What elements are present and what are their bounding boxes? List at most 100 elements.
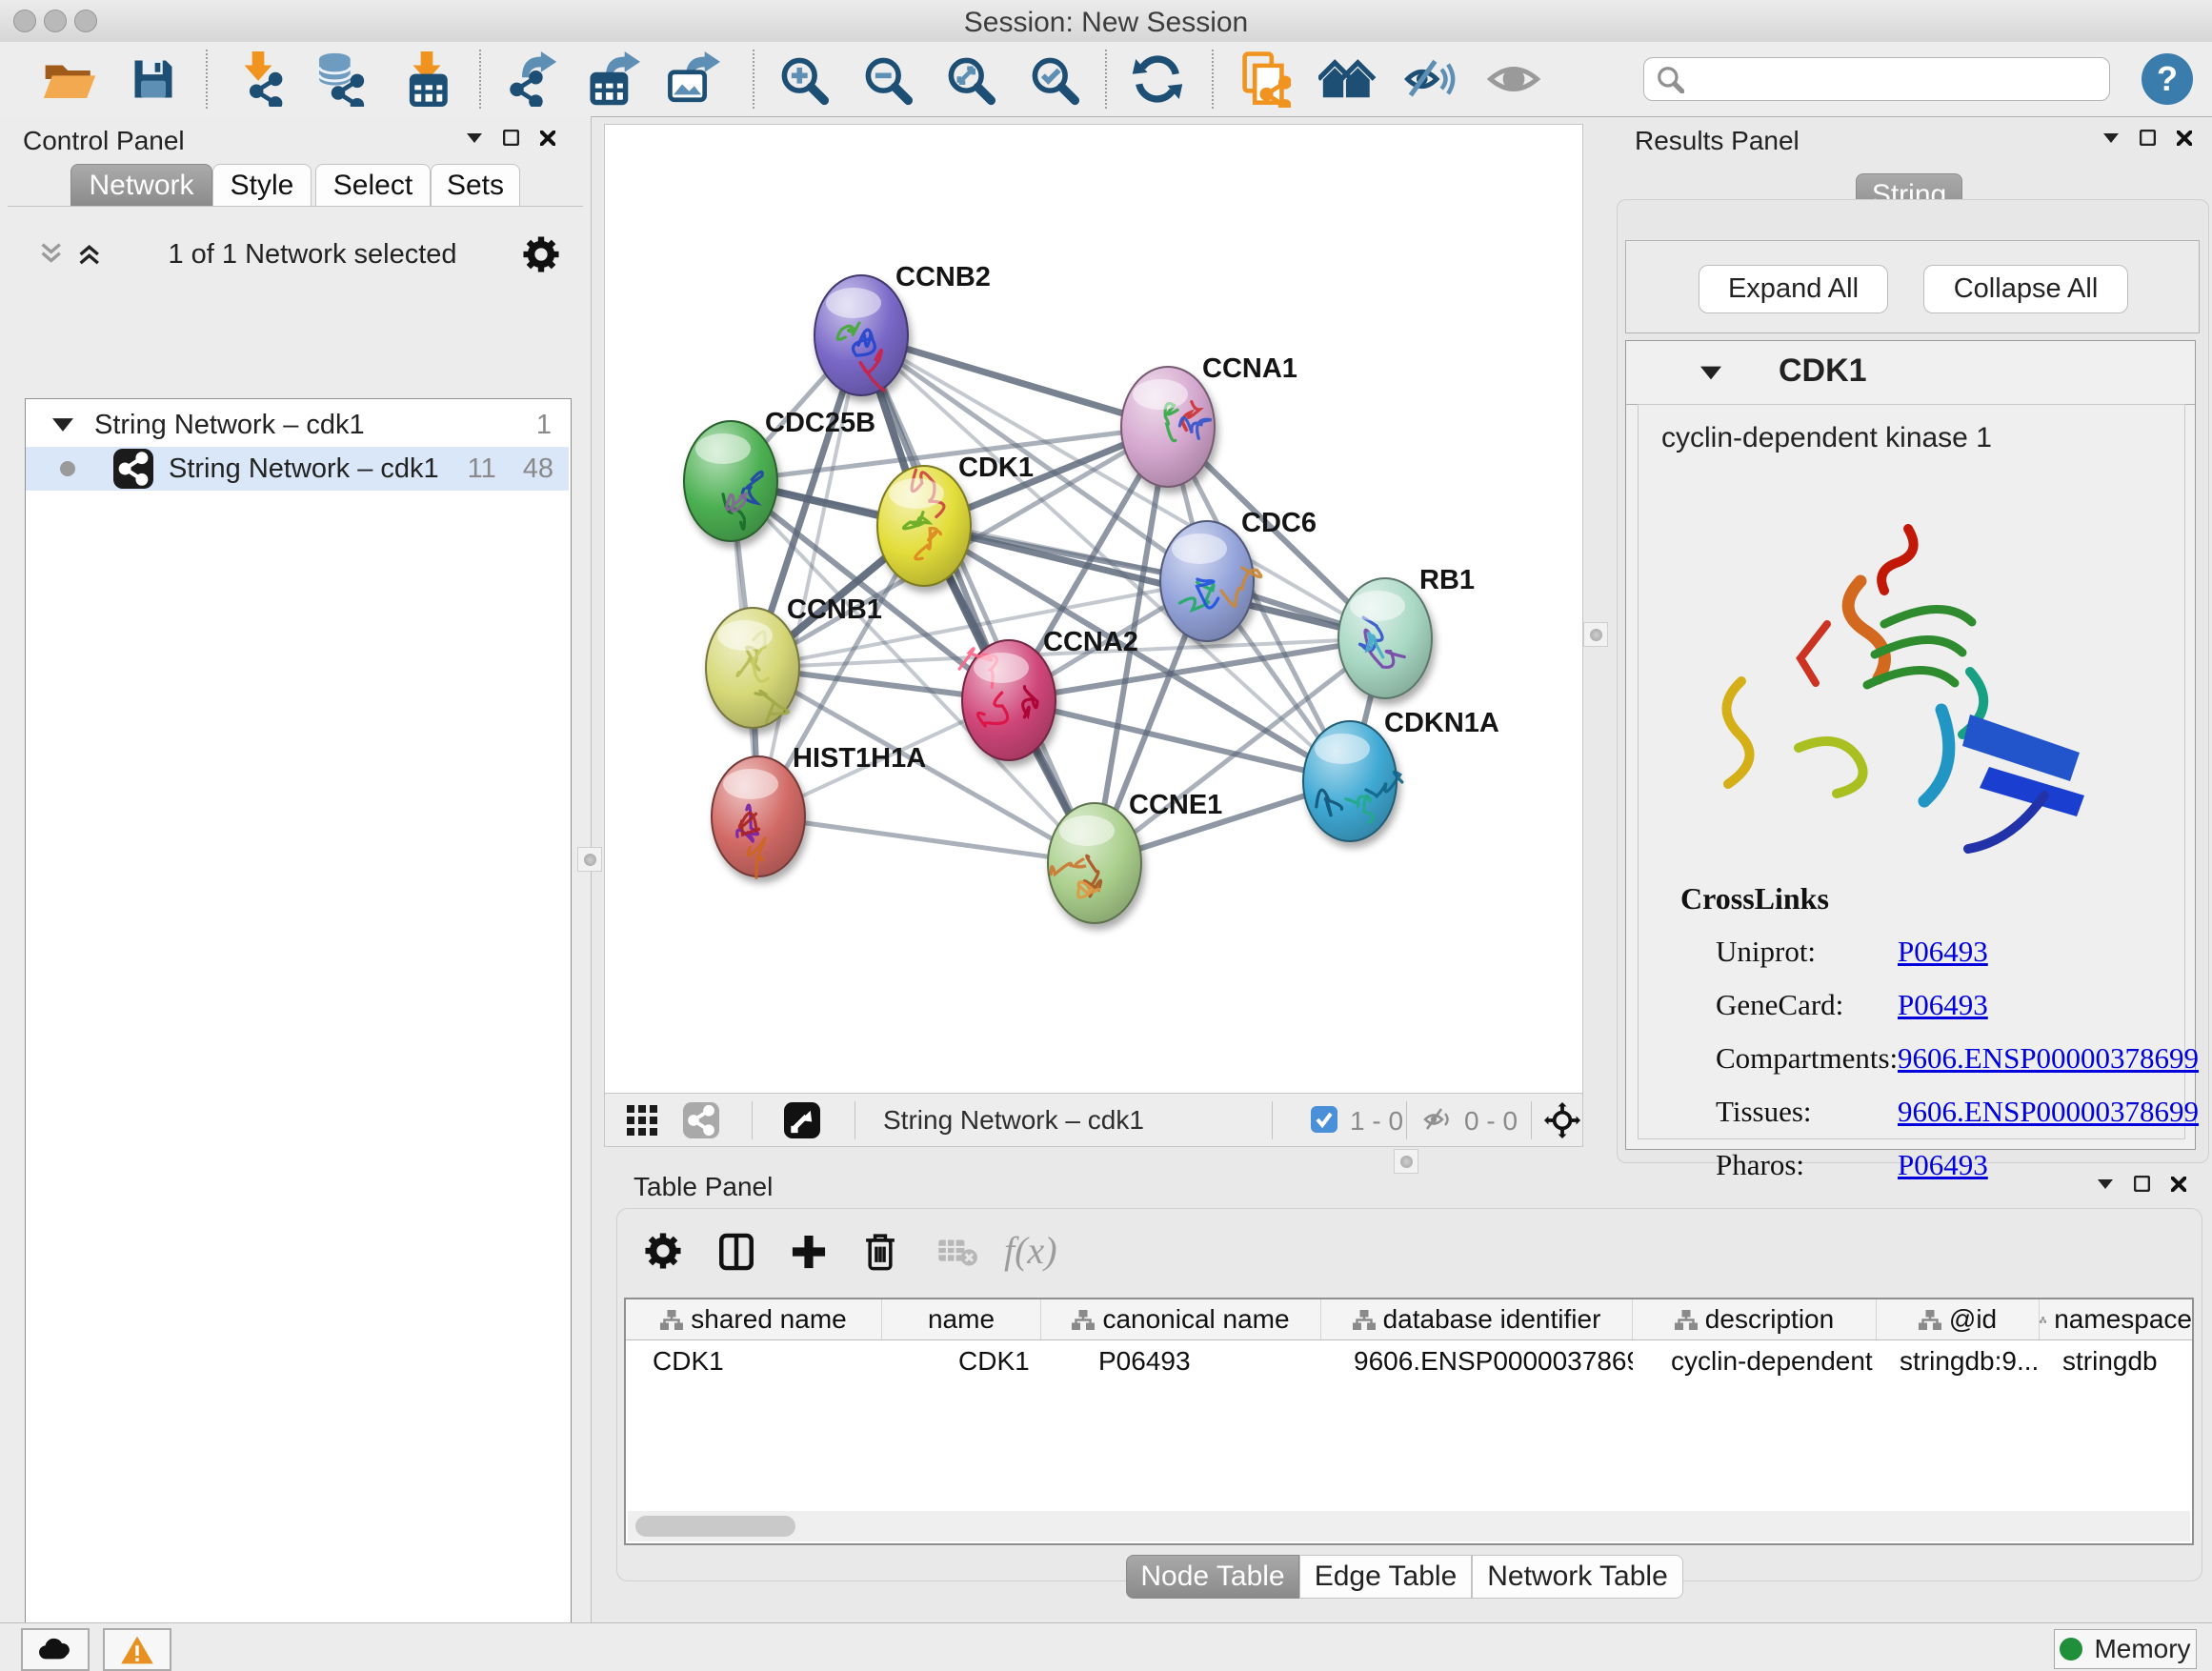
tab-select[interactable]: Select: [315, 164, 431, 206]
column-type-icon: [1675, 1310, 1698, 1330]
node-CDK1[interactable]: [877, 466, 971, 586]
edge[interactable]: [758, 816, 1095, 863]
tab-node-table[interactable]: Node Table: [1126, 1555, 1299, 1599]
cell-description[interactable]: cyclin-dependent ...: [1633, 1340, 1877, 1382]
zoom-selected-button[interactable]: [1022, 48, 1085, 111]
tab-style[interactable]: Style: [212, 164, 312, 206]
column-header[interactable]: description: [1633, 1299, 1877, 1339]
zoom-in-button[interactable]: [772, 48, 835, 111]
hide-all-panels-button[interactable]: [1317, 48, 1379, 111]
import-network-from-database-button[interactable]: [307, 48, 370, 111]
node-label: CDKN1A: [1384, 708, 1499, 738]
node-CCNE1[interactable]: [1048, 803, 1141, 923]
table-row[interactable]: CDK1 CDK1 P06493 9606.ENSP00000378699 cy…: [626, 1340, 2192, 1382]
export-network-button[interactable]: [499, 48, 562, 111]
show-hidden-button[interactable]: [1482, 48, 1545, 111]
tree-expand-icon[interactable]: [52, 417, 73, 433]
node-CCNA1[interactable]: [1121, 367, 1215, 487]
column-header[interactable]: @id: [1877, 1299, 2040, 1339]
right-splitter-handle[interactable]: [1583, 622, 1608, 647]
hide-selection-button[interactable]: [1400, 48, 1463, 111]
zoom-out-button[interactable]: [855, 48, 918, 111]
warning-status-button[interactable]: [103, 1628, 171, 1671]
import-table-button[interactable]: [395, 48, 458, 111]
gear-icon[interactable]: [520, 233, 562, 275]
tab-sets[interactable]: Sets: [431, 164, 520, 206]
table-columns-icon[interactable]: [716, 1232, 756, 1277]
node-CDC25B[interactable]: [684, 421, 777, 541]
scrollbar-thumb[interactable]: [635, 1516, 795, 1537]
delete-column-icon[interactable]: [859, 1230, 901, 1278]
pan-crosshair-icon[interactable]: [1544, 1102, 1580, 1143]
panel-close-icon[interactable]: [540, 131, 555, 146]
tab-network-table[interactable]: Network Table: [1472, 1555, 1683, 1599]
cell-database-identifier[interactable]: 9606.ENSP00000378699: [1321, 1340, 1633, 1382]
section-collapse-icon[interactable]: [1700, 366, 1721, 380]
cell-id[interactable]: stringdb:9...: [1877, 1340, 2040, 1382]
open-session-button[interactable]: [38, 48, 101, 111]
column-header[interactable]: name: [882, 1299, 1041, 1339]
export-image-button[interactable]: [661, 48, 724, 111]
tab-network[interactable]: Network: [70, 164, 212, 206]
help-button[interactable]: ?: [2142, 53, 2193, 105]
toolbar-separator: [1105, 50, 1107, 109]
node-CDKN1A[interactable]: [1303, 721, 1402, 841]
birds-eye-view-icon[interactable]: [784, 1102, 820, 1143]
panel-float-icon[interactable]: [2134, 1176, 2150, 1192]
cell-shared-name[interactable]: CDK1: [626, 1340, 882, 1382]
panel-close-icon[interactable]: [2177, 131, 2192, 146]
column-header[interactable]: database identifier: [1321, 1299, 1633, 1339]
search-input[interactable]: [1643, 57, 2110, 101]
column-header[interactable]: shared name: [626, 1299, 882, 1339]
expand-all-button[interactable]: Expand All: [1699, 265, 1888, 313]
panel-close-icon[interactable]: [2171, 1177, 2186, 1192]
panel-float-icon[interactable]: [503, 130, 519, 146]
refresh-view-button[interactable]: [1126, 48, 1189, 111]
crosslink-link[interactable]: 9606.ENSP00000378699: [1898, 1041, 2199, 1076]
save-session-button[interactable]: [122, 48, 185, 111]
cell-name[interactable]: CDK1: [882, 1340, 1041, 1382]
horizontal-scrollbar[interactable]: [628, 1511, 2190, 1541]
edge[interactable]: [861, 335, 1095, 863]
import-network-button[interactable]: [227, 48, 290, 111]
node-CCNB2[interactable]: [814, 275, 908, 395]
panel-menu-icon[interactable]: [2103, 133, 2119, 143]
node-CDC6[interactable]: [1160, 521, 1261, 641]
clone-network-button[interactable]: [1232, 48, 1295, 111]
node-RB1[interactable]: [1338, 578, 1432, 698]
network-collection-row[interactable]: String Network – cdk1 1: [26, 403, 569, 447]
zoom-fit-button[interactable]: [938, 48, 1001, 111]
node-CCNB1[interactable]: [706, 608, 799, 728]
column-type-icon: [1072, 1310, 1095, 1330]
network-row-selected[interactable]: String Network – cdk1 11 48: [26, 447, 569, 491]
crosslink-link[interactable]: 9606.ENSP00000378699: [1898, 1095, 2199, 1129]
node-count: 11: [468, 453, 496, 485]
panel-menu-icon[interactable]: [467, 133, 482, 143]
column-header[interactable]: canonical name: [1041, 1299, 1321, 1339]
crosslink-link[interactable]: P06493: [1898, 988, 1988, 1022]
panel-float-icon[interactable]: [2140, 130, 2156, 146]
tab-edge-table[interactable]: Edge Table: [1299, 1555, 1472, 1599]
node-table[interactable]: shared name name canonical name database…: [624, 1298, 2194, 1545]
add-column-icon[interactable]: [789, 1232, 829, 1277]
cell-canonical-name[interactable]: P06493: [1041, 1340, 1321, 1382]
grid-view-icon[interactable]: [626, 1104, 658, 1141]
expand-all-icon[interactable]: [76, 242, 105, 267]
memory-button[interactable]: Memory: [2054, 1629, 2197, 1669]
network-canvas[interactable]: CCNB2CCNA1CDC25BCDK1CDC6RB1CCNB1CCNA2CDK…: [604, 124, 1583, 1094]
column-header[interactable]: namespace: [2040, 1299, 2192, 1339]
cell-namespace[interactable]: stringdb: [2040, 1340, 2192, 1382]
node-section-header[interactable]: CDK1: [1626, 341, 2195, 405]
table-gear-icon[interactable]: [642, 1230, 684, 1277]
node-HIST1H1A[interactable]: [712, 756, 805, 877]
cloud-status-button[interactable]: [21, 1628, 90, 1671]
panel-menu-icon[interactable]: [2098, 1179, 2113, 1189]
string-network-icon: [113, 449, 153, 489]
export-table-button[interactable]: [581, 48, 644, 111]
selected-checkbox[interactable]: [1310, 1105, 1338, 1138]
network-graph[interactable]: CCNB2CCNA1CDC25BCDK1CDC6RB1CCNB1CCNA2CDK…: [605, 125, 1582, 1093]
crosslink-link[interactable]: P06493: [1898, 935, 1988, 969]
collapse-all-button[interactable]: Collapse All: [1923, 265, 2128, 313]
collapse-all-icon[interactable]: [38, 242, 67, 267]
left-splitter-handle[interactable]: [577, 847, 602, 872]
